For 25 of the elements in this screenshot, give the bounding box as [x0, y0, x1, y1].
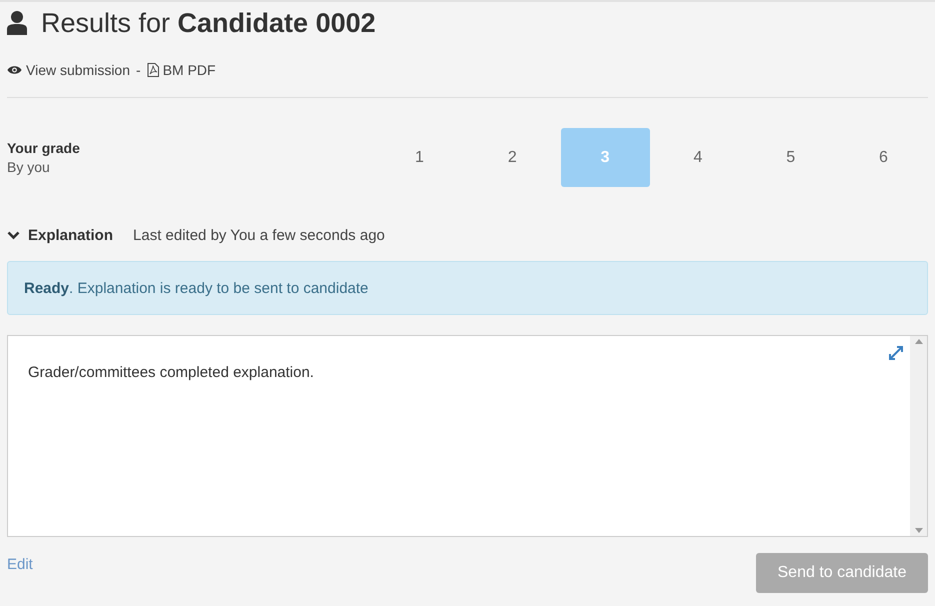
edit-link[interactable]: Edit: [7, 556, 33, 573]
scrollbar[interactable]: [910, 336, 927, 536]
grade-option[interactable]: 6: [838, 128, 928, 187]
separator-text: -: [136, 62, 141, 78]
user-icon: [7, 11, 27, 35]
pdf-file-icon: [146, 63, 159, 77]
expand-icon[interactable]: [889, 346, 903, 360]
explanation-toggle[interactable]: Explanation: [7, 227, 114, 244]
grade-label: Your grade: [7, 140, 81, 156]
last-edited-text: Last edited by You a few seconds ago: [133, 227, 385, 244]
eye-icon: [7, 65, 22, 75]
grade-option[interactable]: 5: [746, 128, 836, 187]
ready-alert: Ready. Explanation is ready to be sent to candidate: [7, 261, 928, 315]
grade-option[interactable]: 1: [375, 128, 464, 187]
grade-option[interactable]: 4: [653, 128, 742, 187]
explanation-editor[interactable]: Grader/committees completed explanation.: [7, 335, 928, 537]
grade-option[interactable]: 2: [468, 128, 557, 187]
explanation-text: Grader/committees completed explanation.: [28, 364, 314, 381]
scroll-up-icon[interactable]: [914, 339, 922, 344]
scroll-down-icon[interactable]: [914, 528, 922, 533]
chevron-icon: [7, 231, 20, 240]
grade-sublabel: By you: [7, 159, 51, 175]
pdf-link[interactable]: BM PDF: [146, 62, 216, 78]
page-title: Results for Candidate 0002: [41, 8, 376, 38]
view-submission-link[interactable]: View submission: [7, 62, 130, 78]
